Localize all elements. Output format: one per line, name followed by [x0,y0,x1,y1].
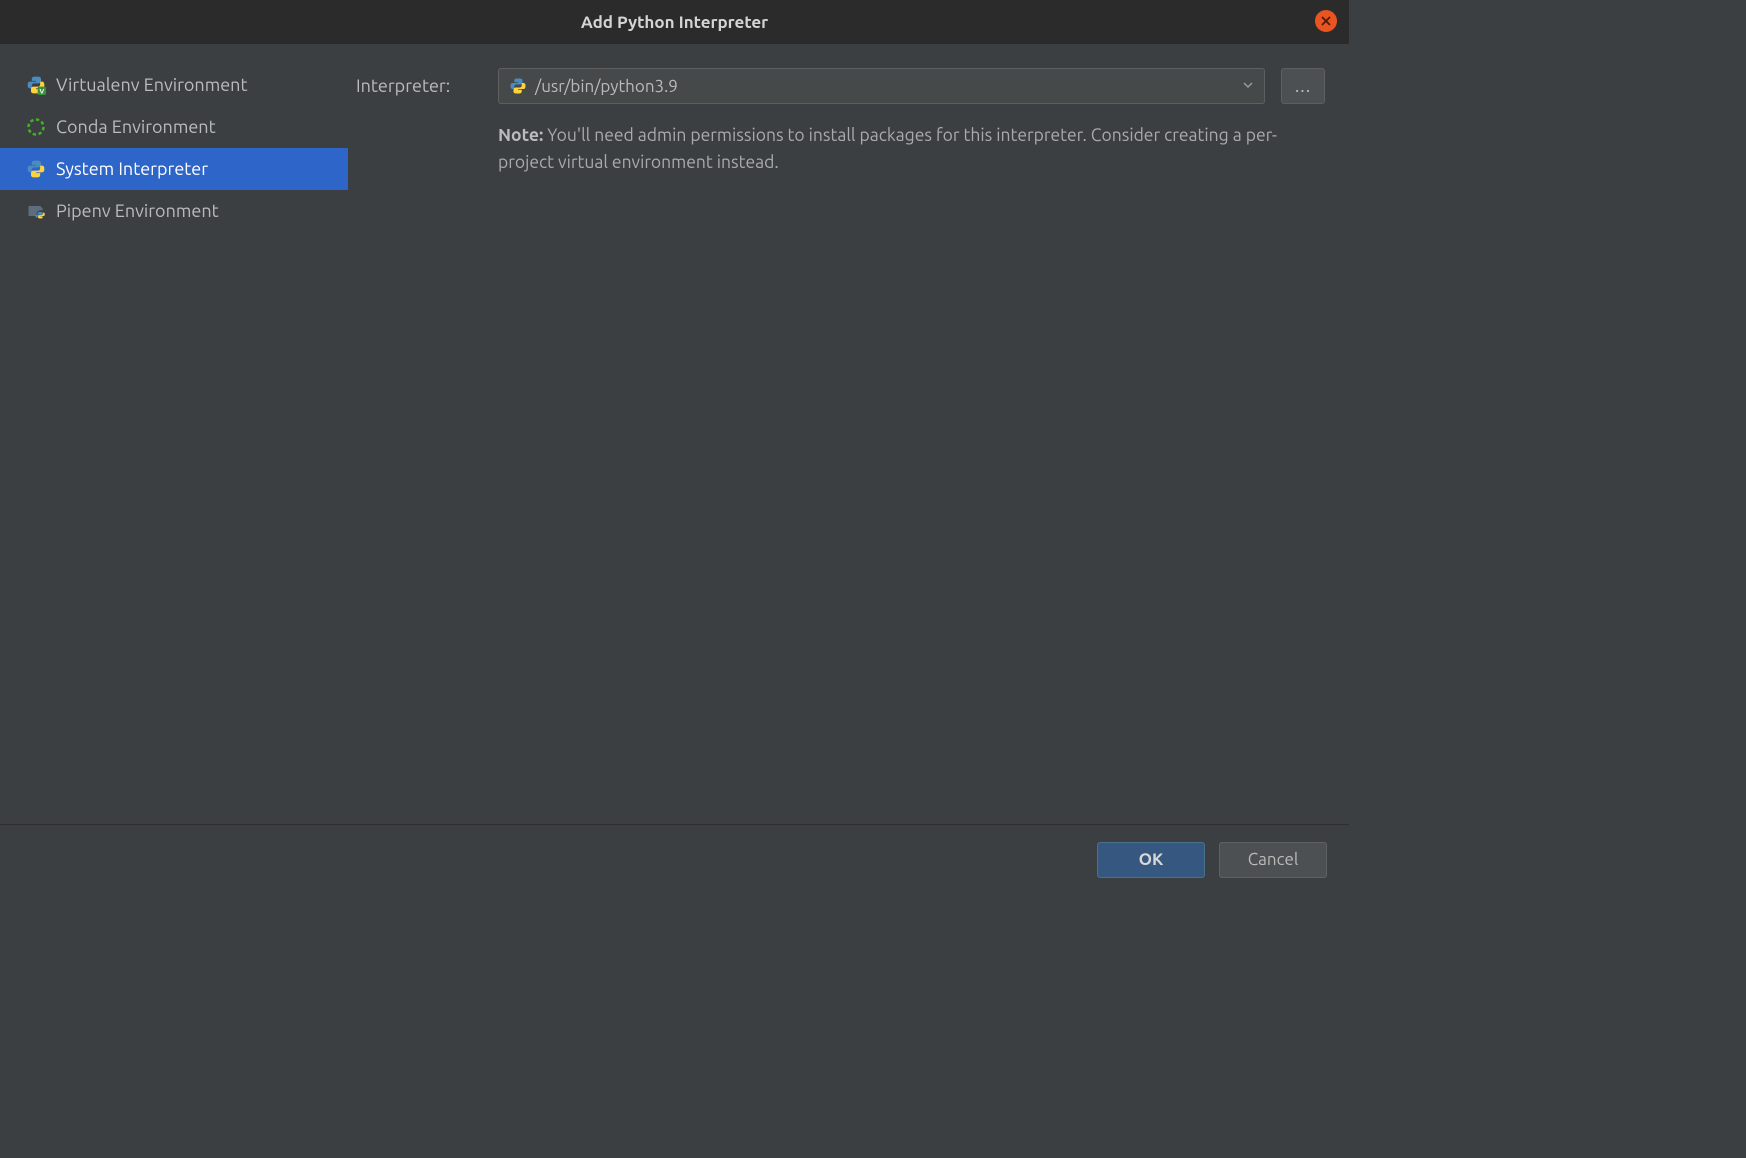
sidebar-item-virtualenv[interactable]: V Virtualenv Environment [0,64,348,106]
ellipsis-icon: ... [1295,76,1311,96]
browse-button[interactable]: ... [1281,68,1325,104]
window-title: Add Python Interpreter [581,13,768,32]
sidebar-item-label: Conda Environment [56,117,216,137]
ok-button-label: OK [1139,850,1164,869]
python-icon [509,77,527,95]
ok-button[interactable]: OK [1097,842,1205,878]
titlebar: Add Python Interpreter [0,0,1349,44]
interpreter-label: Interpreter: [356,76,482,96]
note-prefix: Note: [498,126,543,145]
cancel-button[interactable]: Cancel [1219,842,1327,878]
python-v-icon: V [26,75,46,95]
sidebar-item-label: System Interpreter [56,159,208,179]
main-panel: Interpreter: /usr/bin/python3.9 ... [348,44,1349,824]
note-text: Note: You'll need admin permissions to i… [498,122,1325,176]
interpreter-dropdown[interactable]: /usr/bin/python3.9 [498,68,1265,104]
footer: OK Cancel [0,824,1349,894]
pipenv-icon [26,201,46,221]
conda-icon [26,117,46,137]
chevron-down-icon [1242,77,1254,95]
close-button[interactable] [1315,10,1337,32]
close-icon [1321,16,1331,26]
cancel-button-label: Cancel [1248,850,1299,869]
sidebar-item-label: Pipenv Environment [56,201,219,221]
sidebar-item-pipenv[interactable]: Pipenv Environment [0,190,348,232]
sidebar: V Virtualenv Environment Conda Environme… [0,44,348,824]
python-icon [26,159,46,179]
sidebar-item-system[interactable]: System Interpreter [0,148,348,190]
interpreter-value: /usr/bin/python3.9 [535,77,1242,96]
sidebar-item-conda[interactable]: Conda Environment [0,106,348,148]
note-body: You'll need admin permissions to install… [498,126,1277,172]
sidebar-item-label: Virtualenv Environment [56,75,248,95]
svg-text:V: V [39,88,44,95]
